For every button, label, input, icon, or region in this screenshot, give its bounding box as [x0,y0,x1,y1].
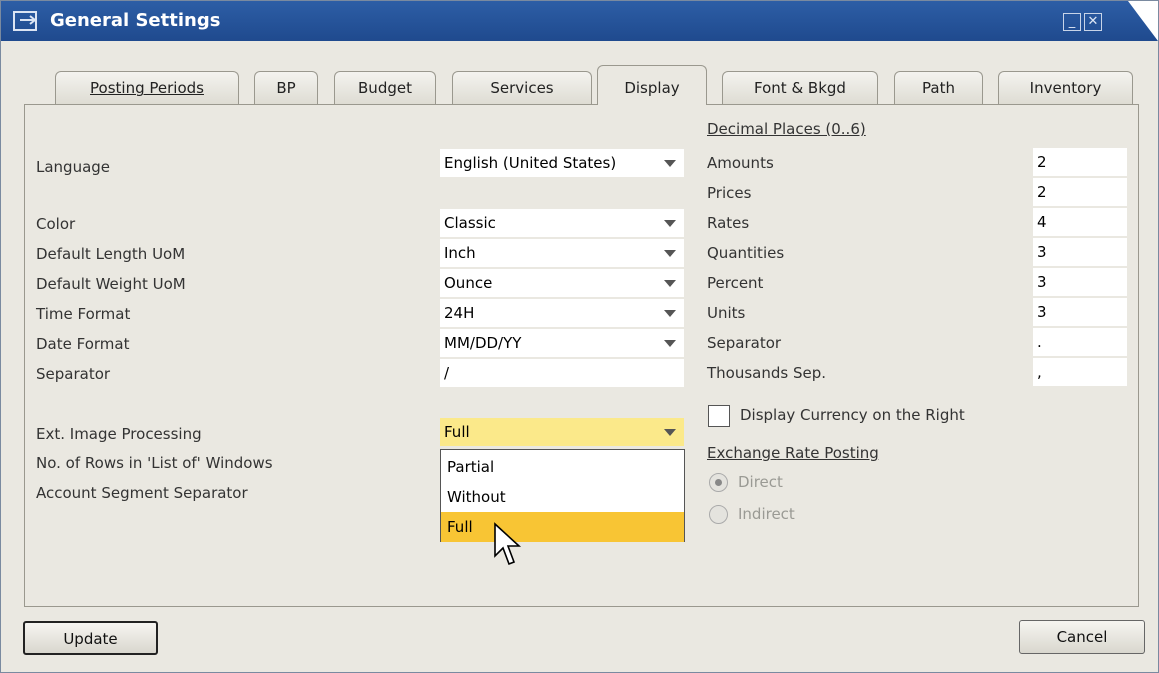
indirect-label: Indirect [738,505,795,523]
chevron-down-icon [664,340,676,347]
quantities-label: Quantities [707,244,785,262]
currency-right-label: Display Currency on the Right [740,406,965,424]
chevron-down-icon [664,280,676,287]
decimal-separator-input[interactable]: . [1033,328,1127,356]
direct-label: Direct [738,473,783,491]
direct-radio[interactable] [709,473,728,492]
quantities-input[interactable]: 3 [1033,238,1127,266]
indirect-radio[interactable] [709,505,728,524]
dropdown-option-full[interactable]: Full [441,512,684,542]
dropdown-option-partial[interactable]: Partial [441,452,684,482]
tab-label: Display [624,79,680,97]
dropdown-option-without[interactable]: Without [441,482,684,512]
separator-input[interactable]: / [440,359,684,387]
tab-label: Inventory [1029,79,1102,97]
list-rows-label: No. of Rows in 'List of' Windows [36,454,273,472]
tab-inventory[interactable]: Inventory [998,71,1133,104]
chevron-down-icon [664,310,676,317]
decimal-places-heading: Decimal Places (0..6) [707,120,866,138]
weight-uom-select[interactable]: Ounce [440,269,684,297]
radio-selected-dot [715,479,722,486]
segment-separator-label: Account Segment Separator [36,484,248,502]
tab-label: BP [276,79,296,97]
tab-label: Path [922,79,955,97]
cancel-button[interactable]: Cancel [1019,620,1145,654]
thousands-sep-label: Thousands Sep. [707,364,827,382]
mouse-cursor-icon [494,522,522,566]
minimize-button[interactable]: _ [1063,13,1081,31]
language-select[interactable]: English (United States) [440,149,684,177]
chevron-down-icon [664,429,676,436]
tab-posting-periods[interactable]: Posting Periods [55,71,239,104]
tab-font-bkgd[interactable]: Font & Bkgd [722,71,878,104]
percent-input[interactable]: 3 [1033,268,1127,296]
tab-label: Posting Periods [90,79,204,97]
tab-label: Services [490,79,554,97]
image-processing-label: Ext. Image Processing [36,425,202,443]
tab-bp[interactable]: BP [254,71,318,104]
time-format-select[interactable]: 24H [440,299,684,327]
rates-label: Rates [707,214,750,232]
length-uom-value: Inch [444,244,476,262]
language-value: English (United States) [444,154,617,172]
close-button[interactable]: ✕ [1084,13,1102,31]
color-select[interactable]: Classic [440,209,684,237]
prices-input[interactable]: 2 [1033,178,1127,206]
length-uom-label: Default Length UoM [36,245,186,263]
chevron-down-icon [664,160,676,167]
language-label: Language [36,158,111,176]
date-format-label: Date Format [36,335,130,353]
date-format-select[interactable]: MM/DD/YY [440,329,684,357]
time-format-label: Time Format [36,305,131,323]
tab-services[interactable]: Services [452,71,592,104]
thousands-sep-input[interactable]: , [1033,358,1127,386]
title-bar[interactable]: General Settings _ ✕ [1,1,1158,41]
units-input[interactable]: 3 [1033,298,1127,326]
image-processing-select[interactable]: Full [440,418,684,446]
separator-value: / [444,364,450,382]
tab-label: Budget [358,79,412,97]
title-bar-corner [1128,1,1158,41]
general-settings-window: General Settings _ ✕ Posting Periods BP … [0,0,1159,673]
percent-label: Percent [707,274,764,292]
form-icon [13,11,37,31]
tab-display[interactable]: Display [597,65,707,105]
image-processing-dropdown: Partial Without Full [440,449,685,542]
date-format-value: MM/DD/YY [444,334,522,352]
tab-label: Font & Bkgd [754,79,846,97]
chevron-down-icon [664,250,676,257]
length-uom-select[interactable]: Inch [440,239,684,267]
tab-budget[interactable]: Budget [334,71,436,104]
units-label: Units [707,304,746,322]
chevron-down-icon [664,220,676,227]
currency-right-checkbox[interactable] [708,405,730,427]
color-label: Color [36,215,76,233]
amounts-input[interactable]: 2 [1033,148,1127,176]
color-value: Classic [444,214,496,232]
amounts-label: Amounts [707,154,774,172]
exchange-rate-heading: Exchange Rate Posting [707,444,879,462]
separator-label: Separator [36,365,111,383]
update-button[interactable]: Update [23,621,158,655]
tab-path[interactable]: Path [894,71,983,104]
weight-uom-value: Ounce [444,274,493,292]
rates-input[interactable]: 4 [1033,208,1127,236]
prices-label: Prices [707,184,752,202]
image-processing-value: Full [444,423,470,441]
weight-uom-label: Default Weight UoM [36,275,186,293]
time-format-value: 24H [444,304,475,322]
window-title: General Settings [50,10,221,31]
decimal-separator-label: Separator [707,334,782,352]
